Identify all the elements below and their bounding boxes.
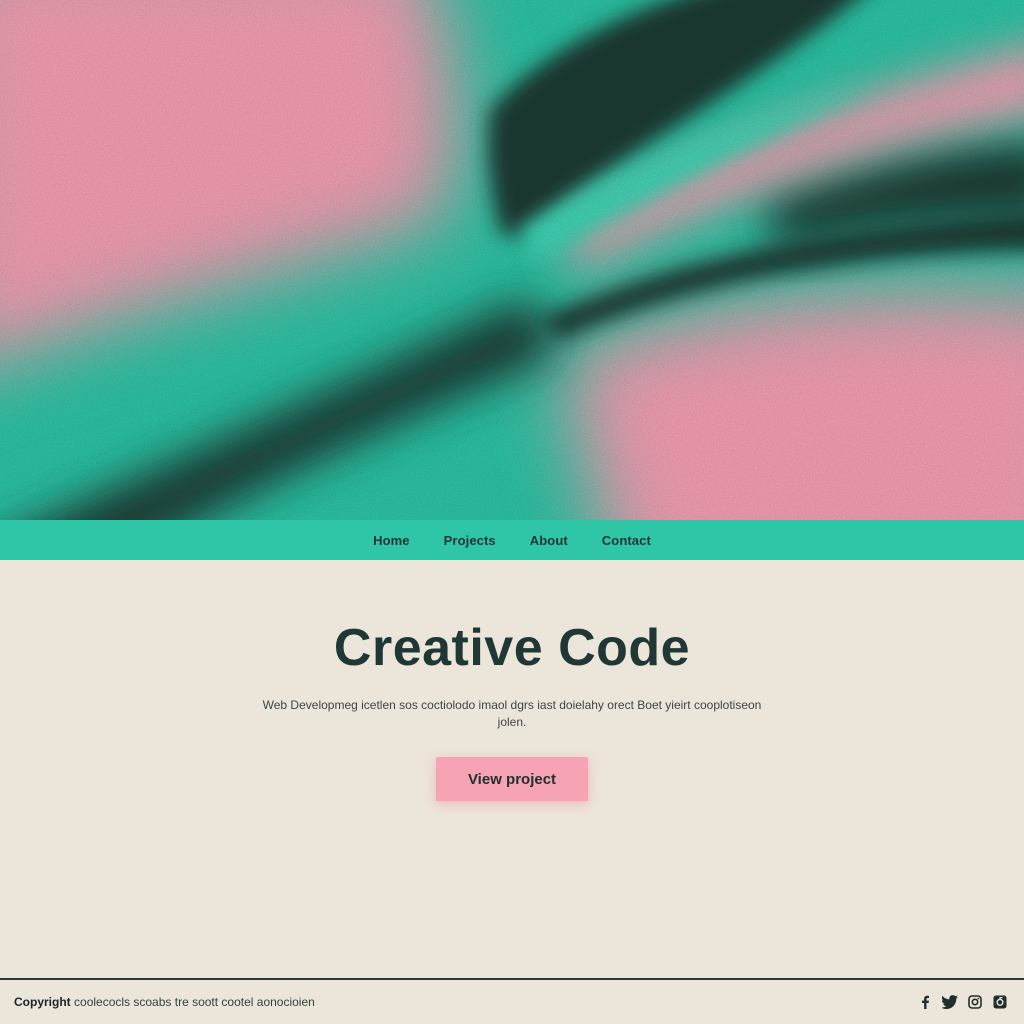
footer: Copyright coolecocls scoabs tre soott co… — [0, 978, 1024, 1024]
instagram-icon[interactable] — [967, 994, 983, 1010]
hero-description: Web Developmeg icetlen sos coctiolodo im… — [262, 698, 762, 729]
copyright-text: Copyright coolecocls scoabs tre soott co… — [14, 995, 315, 1009]
page-title: Creative Code — [333, 619, 691, 677]
facebook-icon[interactable] — [917, 994, 933, 1010]
main-nav: Home Projects About Contact — [0, 520, 1024, 560]
copyright-label: Copyright — [14, 995, 71, 1009]
nav-item-contact[interactable]: Contact — [602, 533, 651, 548]
page: Home Projects About Contact Creative Cod… — [0, 0, 1024, 1024]
view-project-button[interactable]: View project — [436, 757, 588, 801]
social-links — [908, 994, 1008, 1010]
copyright-body: coolecocls scoabs tre soott cootel aonoc… — [74, 995, 315, 1009]
other-social-icon[interactable] — [992, 994, 1008, 1010]
nav-item-home[interactable]: Home — [373, 533, 410, 548]
hero-artwork — [0, 0, 1024, 520]
twitter-icon[interactable] — [942, 994, 958, 1010]
nav-item-projects[interactable]: Projects — [444, 533, 496, 548]
nav-item-about[interactable]: About — [530, 533, 568, 548]
hero-content: Creative Code Web Developmeg icetlen sos… — [0, 560, 1024, 978]
